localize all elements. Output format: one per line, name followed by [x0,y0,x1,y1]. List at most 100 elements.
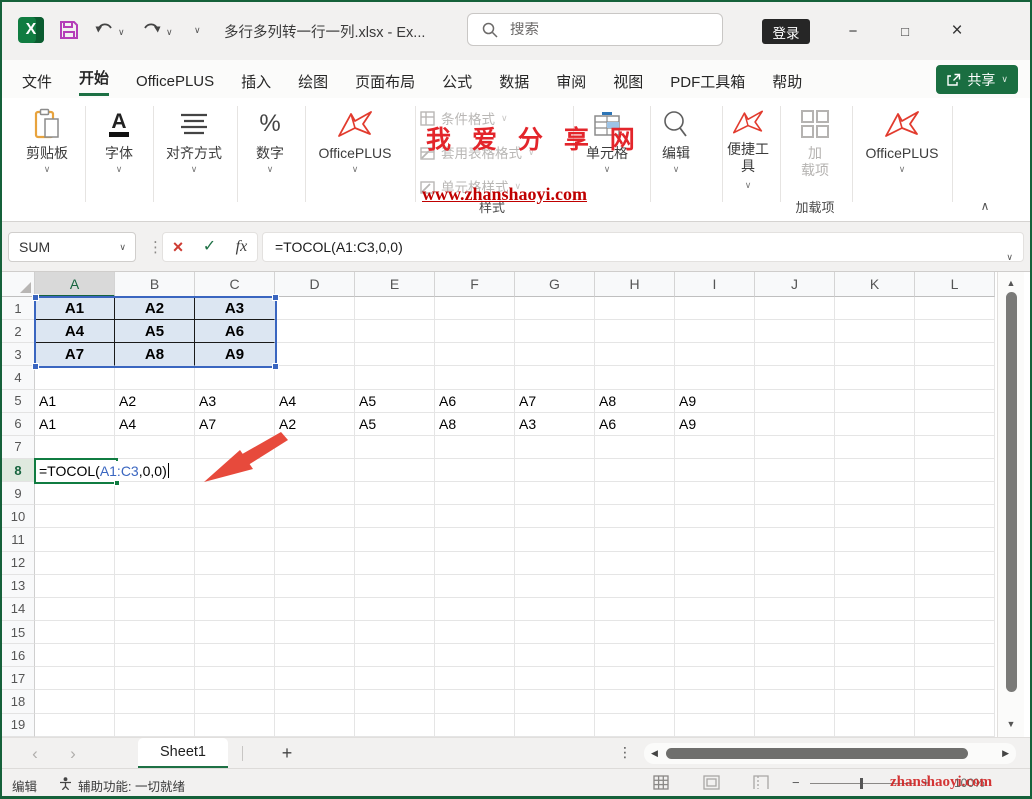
cell-E19[interactable] [355,714,435,737]
cell-G8[interactable] [515,459,595,482]
scroll-left-icon[interactable]: ◀ [651,748,658,759]
column-header-B[interactable]: B [115,272,195,297]
cell-L10[interactable] [915,505,995,528]
cell-K12[interactable] [835,552,915,575]
cell-F7[interactable] [435,436,515,459]
cell-D11[interactable] [275,528,355,551]
cell-I9[interactable] [675,482,755,505]
cell-G11[interactable] [515,528,595,551]
cell-I13[interactable] [675,575,755,598]
cell-K18[interactable] [835,690,915,713]
cell-B6[interactable]: A4 [115,413,195,436]
cell-E12[interactable] [355,552,435,575]
page-layout-view-icon[interactable] [700,775,722,793]
cell-K10[interactable] [835,505,915,528]
cell-B19[interactable] [115,714,195,737]
cell-L11[interactable] [915,528,995,551]
cell-J4[interactable] [755,366,835,389]
row-header-12[interactable]: 12 [2,552,35,575]
cell-D14[interactable] [275,598,355,621]
cell-B12[interactable] [115,552,195,575]
cell-H5[interactable]: A8 [595,390,675,413]
column-header-H[interactable]: H [595,272,675,297]
cell-J2[interactable] [755,320,835,343]
row-header-5[interactable]: 5 [2,390,35,413]
cell-L3[interactable] [915,343,995,366]
cell-J14[interactable] [755,598,835,621]
cell-G6[interactable]: A3 [515,413,595,436]
row-header-7[interactable]: 7 [2,436,35,459]
cell-B13[interactable] [115,575,195,598]
formula-bar-grip-icon[interactable]: ⋮ [148,238,163,256]
cell-A11[interactable] [35,528,115,551]
column-header-J[interactable]: J [755,272,835,297]
expand-formula-bar-icon[interactable]: ∨ [1006,243,1013,271]
cell-K2[interactable] [835,320,915,343]
login-button[interactable]: 登录 [762,19,810,44]
cell-F18[interactable] [435,690,515,713]
cell-G2[interactable] [515,320,595,343]
cell-E15[interactable] [355,621,435,644]
cell-E16[interactable] [355,644,435,667]
cell-D2[interactable] [275,320,355,343]
search-input[interactable] [510,22,722,38]
cell-K3[interactable] [835,343,915,366]
cell-K17[interactable] [835,667,915,690]
cell-F9[interactable] [435,482,515,505]
tab-pdf-tools[interactable]: PDF工具箱 [670,67,745,92]
row-header-4[interactable]: 4 [2,366,35,389]
cell-I15[interactable] [675,621,755,644]
cell-L5[interactable] [915,390,995,413]
cell-E13[interactable] [355,575,435,598]
cell-G19[interactable] [515,714,595,737]
cell-D3[interactable] [275,343,355,366]
cell-F5[interactable]: A6 [435,390,515,413]
cell-K6[interactable] [835,413,915,436]
cell-D4[interactable] [275,366,355,389]
column-header-L[interactable]: L [915,272,995,297]
cell-I18[interactable] [675,690,755,713]
cell-J12[interactable] [755,552,835,575]
column-header-A[interactable]: A [35,272,115,297]
cell-G16[interactable] [515,644,595,667]
cell-C15[interactable] [195,621,275,644]
cell-F2[interactable] [435,320,515,343]
cell-D10[interactable] [275,505,355,528]
cell-B9[interactable] [115,482,195,505]
officeplus-group-button-right[interactable]: OfficePLUS ∨ [855,104,949,175]
save-icon[interactable] [58,19,80,46]
cell-C5[interactable]: A3 [195,390,275,413]
cell-D16[interactable] [275,644,355,667]
cell-J1[interactable] [755,297,835,320]
cell-H19[interactable] [595,714,675,737]
cell-F10[interactable] [435,505,515,528]
cell-C2[interactable]: A6 [195,320,275,343]
cell-L1[interactable] [915,297,995,320]
cell-F8[interactable] [435,459,515,482]
cell-K11[interactable] [835,528,915,551]
cell-I1[interactable] [675,297,755,320]
cell-F16[interactable] [435,644,515,667]
cell-E9[interactable] [355,482,435,505]
cell-I3[interactable] [675,343,755,366]
tab-formulas[interactable]: 公式 [442,67,472,92]
clipboard-group-button[interactable]: 剪贴板 ∨ [14,104,80,175]
cell-B16[interactable] [115,644,195,667]
cell-G9[interactable] [515,482,595,505]
cell-F12[interactable] [435,552,515,575]
cell-I11[interactable] [675,528,755,551]
name-box[interactable]: SUM ∨ [8,232,136,262]
cell-E18[interactable] [355,690,435,713]
cell-D19[interactable] [275,714,355,737]
cell-A5[interactable]: A1 [35,390,115,413]
cell-H13[interactable] [595,575,675,598]
collapse-ribbon-icon[interactable]: ∧ [970,199,1000,213]
row-header-1[interactable]: 1 [2,297,35,320]
cell-J5[interactable] [755,390,835,413]
cell-L15[interactable] [915,621,995,644]
tab-data[interactable]: 数据 [499,67,529,92]
cell-F13[interactable] [435,575,515,598]
cell-J6[interactable] [755,413,835,436]
cell-F1[interactable] [435,297,515,320]
tab-page-layout[interactable]: 页面布局 [355,67,415,92]
